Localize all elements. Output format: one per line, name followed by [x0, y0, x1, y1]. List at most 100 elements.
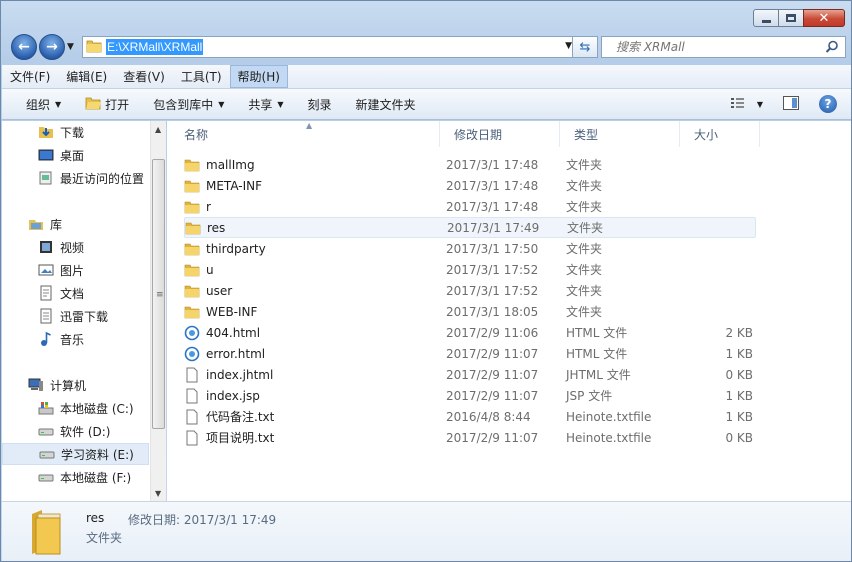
sidebar-item-videos[interactable]: 视频 — [2, 236, 149, 258]
sidebar-item-label: 文档 — [60, 286, 85, 301]
table-row[interactable]: index.jhtml 2017/2/9 11:07 JHTML 文件 0 KB — [184, 364, 756, 385]
sidebar-item-pictures[interactable]: 图片 — [2, 259, 149, 281]
open-label: 打开 — [105, 97, 130, 112]
file-date: 2017/3/1 17:49 — [447, 220, 540, 235]
column-header-date[interactable]: 修改日期 — [440, 121, 560, 147]
menu-file[interactable]: 文件(F) — [2, 65, 58, 88]
back-button[interactable]: ← — [11, 34, 37, 60]
forward-button[interactable]: → — [39, 34, 65, 60]
file-type: 文件夹 — [566, 158, 603, 172]
sidebar-item-label: 下载 — [60, 125, 85, 140]
view-dropdown-icon[interactable]: ▼ — [757, 100, 763, 109]
table-row[interactable]: res 2017/3/1 17:49 文件夹 — [184, 217, 756, 238]
open-folder-icon — [85, 96, 102, 113]
file-icon — [184, 388, 200, 404]
sidebar-item-libraries[interactable]: 库 — [2, 213, 149, 235]
file-type: 文件夹 — [566, 305, 603, 319]
organize-button[interactable]: 组织 ▼ — [2, 96, 73, 113]
table-row[interactable]: user 2017/3/1 17:52 文件夹 — [184, 280, 756, 301]
scroll-up-icon[interactable]: ▲ — [155, 125, 161, 134]
view-options-icon[interactable] — [730, 97, 749, 112]
burn-button[interactable]: 刻录 — [296, 96, 344, 113]
file-name-cell: WEB-INF — [184, 304, 257, 320]
folder-icon — [184, 262, 200, 278]
chevron-down-icon: ▼ — [218, 99, 225, 109]
sidebar-item-drive-e[interactable]: 学习资料 (E:) — [2, 443, 149, 465]
file-type: HTML 文件 — [566, 326, 628, 340]
table-row[interactable]: u 2017/3/1 17:52 文件夹 — [184, 259, 756, 280]
details-name: res — [86, 511, 105, 525]
sidebar-item-computer[interactable]: 计算机 — [2, 374, 149, 396]
scroll-down-icon[interactable]: ▼ — [155, 489, 161, 498]
file-name: res — [207, 220, 226, 235]
help-icon[interactable]: ? — [819, 95, 837, 113]
menu-help[interactable]: 帮助(H) — [229, 65, 288, 88]
table-row[interactable]: WEB-INF 2017/3/1 18:05 文件夹 — [184, 301, 756, 322]
desktop-icon — [38, 147, 54, 163]
table-row[interactable]: index.jsp 2017/2/9 11:07 JSP 文件 1 KB — [184, 385, 756, 406]
menu-bar: 文件(F) 编辑(E) 查看(V) 工具(T) 帮助(H) — [2, 65, 851, 89]
table-row[interactable]: r 2017/3/1 17:48 文件夹 — [184, 196, 756, 217]
minimize-icon — [761, 19, 771, 23]
minimize-button[interactable] — [753, 9, 779, 27]
preview-pane-icon[interactable] — [783, 95, 799, 113]
search-icon[interactable] — [825, 40, 839, 57]
sidebar-item-music[interactable]: 音乐 — [2, 328, 149, 350]
sidebar-item-drive-c[interactable]: 本地磁盘 (C:) — [2, 397, 149, 419]
table-row[interactable]: 代码备注.txt 2016/4/8 8:44 Heinote.txtfile 1 KB — [184, 406, 756, 427]
new-folder-button[interactable]: 新建文件夹 — [344, 96, 428, 113]
share-button[interactable]: 共享 ▼ — [236, 96, 295, 113]
refresh-button[interactable]: ⇆ — [572, 36, 598, 58]
sidebar-item-desktop[interactable]: 桌面 — [2, 144, 149, 166]
folder-icon — [184, 283, 200, 299]
file-type: JHTML 文件 — [566, 368, 631, 382]
column-header-size[interactable]: 大小 — [680, 121, 760, 147]
file-name-cell: user — [184, 283, 232, 299]
close-button[interactable]: ✕ — [803, 9, 845, 27]
file-name-cell: error.html — [184, 346, 265, 362]
table-row[interactable]: META-INF 2017/3/1 17:48 文件夹 — [184, 175, 756, 196]
address-path[interactable]: E:\XRMall\XRMall — [106, 39, 204, 55]
file-name: r — [206, 199, 211, 214]
menu-edit[interactable]: 编辑(E) — [58, 65, 115, 88]
recent-pages-dropdown[interactable]: ▼ — [67, 42, 74, 52]
include-library-button[interactable]: 包含到库中 ▼ — [141, 96, 236, 113]
sidebar-scrollbar[interactable]: ▲ ≡ ▼ — [150, 121, 166, 501]
sidebar-item-documents[interactable]: 文档 — [2, 282, 149, 304]
sidebar-item-recent[interactable]: 最近访问的位置 — [2, 167, 149, 189]
column-header-type[interactable]: 类型 — [560, 121, 680, 147]
folder-icon — [184, 178, 200, 194]
include-library-label: 包含到库中 — [153, 97, 214, 112]
sidebar-item-label: 音乐 — [60, 332, 85, 347]
address-bar[interactable]: E:\XRMall\XRMall ▼ — [82, 36, 577, 58]
sidebar-item-label: 迅雷下载 — [60, 309, 109, 324]
table-row[interactable]: 项目说明.txt 2017/2/9 11:07 Heinote.txtfile 0 K… — [184, 427, 756, 448]
file-type: 文件夹 — [566, 263, 603, 277]
sidebar-item-thunder-downloads[interactable]: 迅雷下载 — [2, 305, 149, 327]
table-row[interactable]: 404.html 2017/2/9 11:06 HTML 文件 2 KB — [184, 322, 756, 343]
scrollbar-thumb[interactable]: ≡ — [152, 159, 165, 429]
sidebar-item-downloads[interactable]: 下载 — [2, 121, 149, 143]
menu-view[interactable]: 查看(V) — [115, 65, 173, 88]
file-size: 1 KB — [725, 346, 753, 361]
html-file-icon — [184, 346, 200, 362]
sidebar-item-drive-f[interactable]: 本地磁盘 (F:) — [2, 466, 149, 488]
open-button[interactable]: 打开 — [73, 96, 141, 113]
table-row[interactable]: thirdparty 2017/3/1 17:50 文件夹 — [184, 238, 756, 259]
search-input[interactable] — [616, 38, 826, 56]
file-date: 2017/2/9 11:07 — [446, 430, 539, 445]
refresh-icon: ⇆ — [579, 39, 591, 55]
menu-tools[interactable]: 工具(T) — [173, 65, 230, 88]
table-row[interactable]: mallImg 2017/3/1 17:48 文件夹 — [184, 154, 756, 175]
address-dropdown-icon[interactable]: ▼ — [565, 41, 572, 51]
search-box[interactable] — [601, 36, 846, 58]
file-date: 2017/3/1 17:48 — [446, 199, 539, 214]
column-header-name[interactable]: 名称 — [170, 121, 440, 147]
file-type: HTML 文件 — [566, 347, 628, 361]
table-row[interactable]: error.html 2017/2/9 11:07 HTML 文件 1 KB — [184, 343, 756, 364]
maximize-button[interactable] — [778, 9, 804, 27]
sidebar-item-drive-d[interactable]: 软件 (D:) — [2, 420, 149, 442]
folder-icon — [86, 39, 102, 56]
sidebar-item-label: 本地磁盘 (F:) — [60, 470, 132, 485]
view-controls: ▼ ? — [730, 95, 837, 113]
